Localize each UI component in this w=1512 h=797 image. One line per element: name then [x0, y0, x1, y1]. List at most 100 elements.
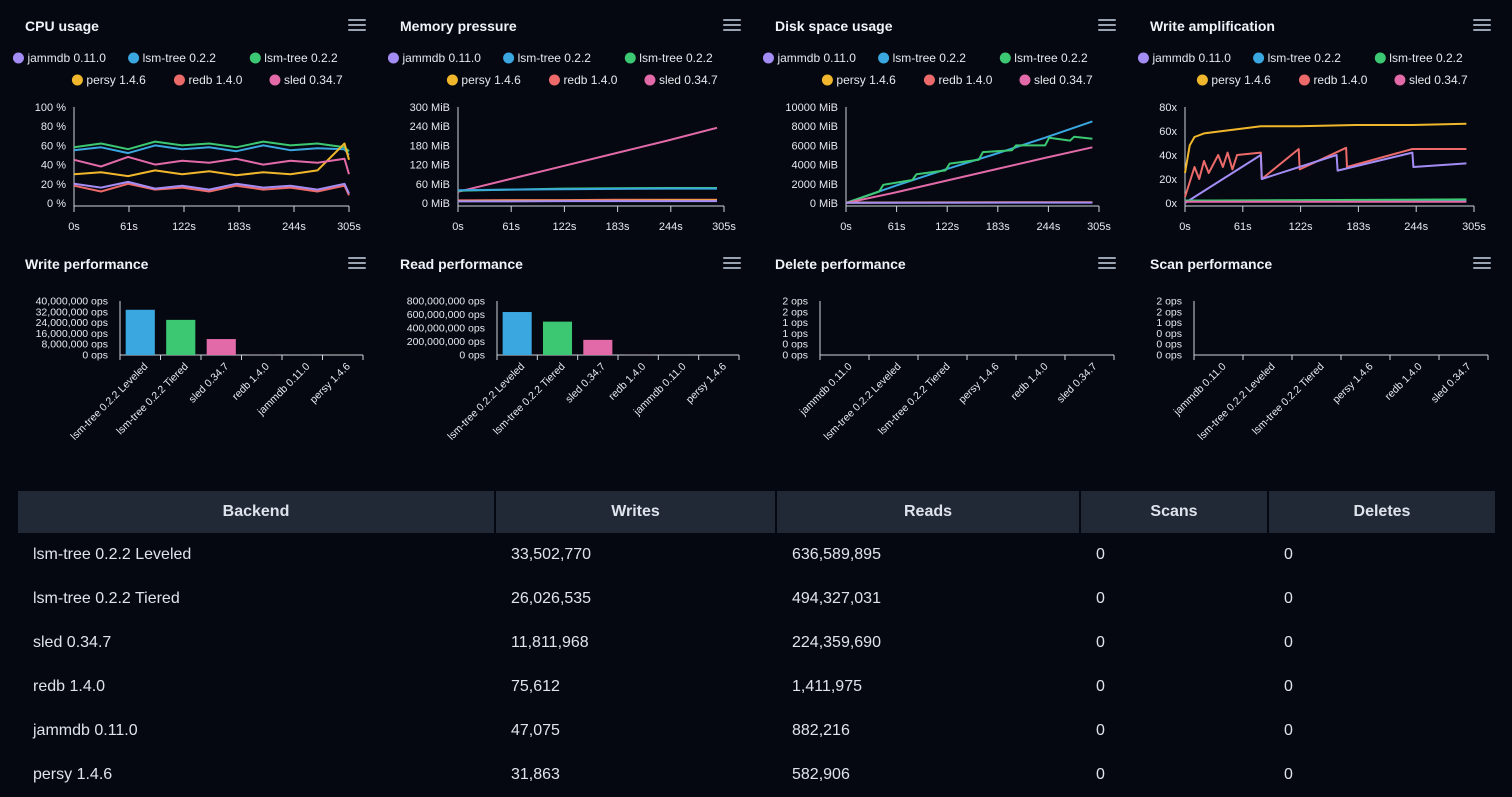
legend-label: redb 1.4.0	[563, 73, 617, 87]
x-category-label: persy 1.4.6	[1330, 361, 1375, 406]
cell-scans: 0	[1081, 621, 1267, 665]
cell-deletes: 0	[1269, 621, 1495, 665]
legend-marker[interactable]	[625, 53, 636, 64]
cell-deletes: 0	[1269, 533, 1495, 577]
legend-marker[interactable]	[269, 75, 280, 86]
legend-label: lsm-tree 0.2.2	[893, 51, 967, 65]
legend-marker[interactable]	[1197, 75, 1208, 86]
x-category-label: lsm-tree 0.2.2 Tiered	[114, 361, 191, 438]
bar-0[interactable]	[503, 312, 532, 355]
y-tick-label: 1 ops	[1156, 317, 1182, 329]
y-tick-label: 80x	[1159, 102, 1177, 114]
bar-1[interactable]	[166, 320, 195, 355]
table-header-row: Backend Writes Reads Scans Deletes	[18, 491, 1495, 533]
legend-marker[interactable]	[503, 53, 514, 64]
column-header-deletes[interactable]: Deletes	[1269, 491, 1495, 533]
y-tick-label: 20 %	[41, 179, 66, 191]
x-tick-label: 183s	[1346, 221, 1370, 233]
legend-marker[interactable]	[13, 53, 24, 64]
bar-1[interactable]	[543, 322, 572, 355]
cell-deletes: 0	[1269, 665, 1495, 709]
x-category-label: persy 1.4.6	[308, 361, 353, 406]
legend-label: lsm-tree 0.2.2	[1014, 51, 1088, 65]
y-tick-label: 0 ops	[1156, 350, 1182, 362]
column-header-writes[interactable]: Writes	[496, 491, 775, 533]
y-tick-label: 240 MiB	[410, 121, 450, 133]
legend-marker[interactable]	[128, 53, 139, 64]
cell-backend: jammdb 0.11.0	[18, 709, 494, 753]
legend-marker[interactable]	[174, 75, 185, 86]
y-tick-label: 120 MiB	[410, 160, 450, 172]
cell-writes: 47,075	[496, 709, 775, 753]
y-tick-label: 1 ops	[782, 328, 808, 340]
x-tick-label: 122s	[935, 221, 959, 233]
legend-label: jammdb 0.11.0	[776, 51, 856, 65]
legend-marker[interactable]	[763, 53, 774, 64]
legend-marker[interactable]	[822, 75, 833, 86]
y-tick-label: 2 ops	[782, 296, 808, 308]
cell-backend: sled 0.34.7	[18, 621, 494, 665]
results-table: Backend Writes Reads Scans Deletes lsm-t…	[16, 491, 1497, 797]
y-tick-label: 60 MiB	[416, 179, 450, 191]
x-tick-label: 183s	[227, 221, 251, 233]
table-row: jammdb 0.11.047,075882,21600	[18, 709, 1495, 753]
x-tick-label: 61s	[120, 221, 138, 233]
y-tick-label: 24,000,000 ops	[36, 317, 108, 329]
cell-reads: 582,906	[777, 753, 1079, 797]
legend-marker[interactable]	[447, 75, 458, 86]
series-line-lsmB	[846, 137, 1092, 203]
cell-backend: lsm-tree 0.2.2 Tiered	[18, 577, 494, 621]
cell-writes: 11,811,968	[496, 621, 775, 665]
y-tick-label: 10000 MiB	[785, 102, 838, 114]
table-row: lsm-tree 0.2.2 Tiered26,026,535494,327,0…	[18, 577, 1495, 621]
x-tick-label: 0s	[452, 221, 464, 233]
x-tick-label: 0s	[1179, 221, 1191, 233]
cell-scans: 0	[1081, 753, 1267, 797]
y-tick-label: 0 MiB	[422, 198, 450, 210]
legend-marker[interactable]	[1138, 53, 1149, 64]
legend-marker[interactable]	[924, 75, 935, 86]
column-header-scans[interactable]: Scans	[1081, 491, 1267, 533]
legend-label: lsm-tree 0.2.2	[1389, 51, 1463, 65]
legend-marker[interactable]	[1299, 75, 1310, 86]
table-row: redb 1.4.075,6121,411,97500	[18, 665, 1495, 709]
cell-reads: 1,411,975	[777, 665, 1079, 709]
x-tick-label: 122s	[552, 221, 576, 233]
legend-marker[interactable]	[1375, 53, 1386, 64]
x-tick-label: 122s	[172, 221, 196, 233]
y-tick-label: 0 ops	[82, 350, 108, 362]
legend-marker[interactable]	[644, 75, 655, 86]
y-tick-label: 2000 MiB	[792, 179, 838, 191]
x-tick-label: 0s	[840, 221, 852, 233]
legend-marker[interactable]	[1394, 75, 1405, 86]
y-tick-label: 600,000,000 ops	[407, 309, 485, 321]
x-category-label: sled 0.34.7	[1429, 361, 1474, 406]
y-tick-label: 1 ops	[782, 317, 808, 329]
column-header-reads[interactable]: Reads	[777, 491, 1079, 533]
column-header-backend[interactable]: Backend	[18, 491, 494, 533]
legend-marker[interactable]	[1000, 53, 1011, 64]
y-tick-label: 0 ops	[782, 350, 808, 362]
y-tick-label: 0 ops	[459, 350, 485, 362]
legend-label: jammdb 0.11.0	[1151, 51, 1231, 65]
legend-marker[interactable]	[388, 53, 399, 64]
bar-2[interactable]	[207, 339, 236, 355]
legend-label: redb 1.4.0	[938, 73, 992, 87]
cell-reads: 636,589,895	[777, 533, 1079, 577]
legend-label: sled 0.34.7	[284, 73, 343, 87]
legend-marker[interactable]	[549, 75, 560, 86]
x-tick-label: 305s	[337, 221, 361, 233]
legend-label: jammdb 0.11.0	[26, 51, 106, 65]
y-tick-label: 32,000,000 ops	[36, 306, 108, 318]
legend-marker[interactable]	[1253, 53, 1264, 64]
legend-marker[interactable]	[878, 53, 889, 64]
bar-0[interactable]	[126, 310, 155, 355]
bar-2[interactable]	[583, 340, 612, 355]
legend-label: persy 1.4.6	[1211, 73, 1271, 87]
table-row: lsm-tree 0.2.2 Leveled33,502,770636,589,…	[18, 533, 1495, 577]
legend-marker[interactable]	[1019, 75, 1030, 86]
legend-marker[interactable]	[72, 75, 83, 86]
legend-label: sled 0.34.7	[659, 73, 718, 87]
y-tick-label: 8,000,000 ops	[41, 339, 108, 351]
legend-marker[interactable]	[250, 53, 261, 64]
